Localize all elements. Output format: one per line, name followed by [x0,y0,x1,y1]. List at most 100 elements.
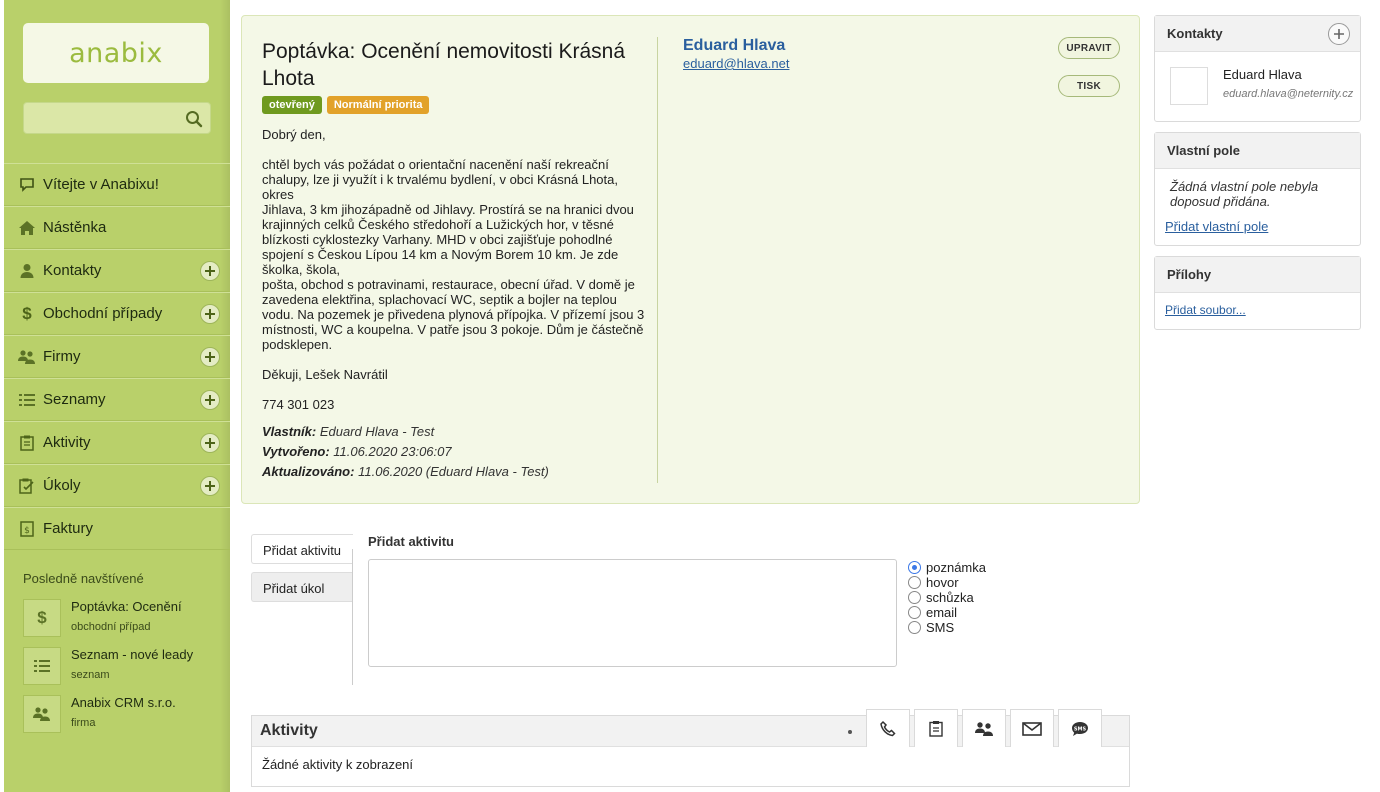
recent-item-name: Anabix CRM s.r.o. [71,695,176,710]
phone-icon[interactable] [866,709,910,747]
contact-card[interactable]: Eduard Hlava eduard.hlava@neternity.cz [1155,52,1360,122]
activities-empty-text: Žádné aktivity k zobrazení [262,757,414,772]
activities-title: Aktivity [260,722,318,739]
activity-type-call[interactable]: hovor [908,575,986,590]
description-paragraph: Dobrý den, [262,127,326,142]
add-list-button[interactable] [200,390,220,410]
nav-label: Obchodní případy [43,305,163,322]
edit-button[interactable]: UPRAVIT [1058,37,1120,59]
nav-label: Seznamy [43,391,106,408]
deal-card: Poptávka: Ocenění nemovitosti Krásná Lho… [241,15,1140,504]
created-label: Vytvořeno: [262,444,330,459]
radio-label: schůzka [926,590,974,605]
custom-fields-header: Vlastní pole [1155,133,1360,169]
group-icon [23,695,61,733]
nav-label: Nástěnka [43,219,107,236]
activity-type-meeting[interactable]: schůzka [908,590,986,605]
recent-title: Posledně navštívené [23,571,144,586]
radio-label: SMS [926,620,955,635]
radio-meeting[interactable] [908,591,921,604]
invoice-icon: $ [18,520,36,538]
activity-type-group: poznámka hovor schůzka email SMS [908,560,986,635]
search-icon[interactable] [185,110,203,128]
clipboard-icon[interactable] [914,709,958,747]
nav-item-activities[interactable]: Aktivity [4,421,230,464]
home-icon [18,219,36,237]
deal-description: Dobrý den, chtěl bych vás požádat o orie… [262,127,650,412]
recent-item-type: seznam [71,669,110,681]
add-company-button[interactable] [200,347,220,367]
owner-row: Vlastník: Eduard Hlava - Test [262,424,652,439]
nav-item-tasks[interactable]: Úkoly [4,464,230,507]
envelope-icon[interactable] [1010,709,1054,747]
nav-item-companies[interactable]: Firmy [4,335,230,378]
recent-item[interactable]: Seznam - nové leady seznam [23,647,223,687]
created-value: 11.06.2020 23:06:07 [333,444,452,459]
radio-call[interactable] [908,576,921,589]
logo[interactable]: anabix [23,23,209,83]
nav-item-invoices[interactable]: $ Faktury [4,507,230,550]
status-badge: otevřený [262,96,322,114]
nav-label: Aktivity [43,434,91,451]
deal-contact-name[interactable]: Eduard Hlava [683,37,785,55]
description-paragraph: Děkuji, Lešek Navrátil [262,367,388,382]
sidebar: anabix Vítejte v Anabixu! Nástěnka Konta… [0,0,230,792]
speech-bubble-icon [18,176,36,194]
add-activity-title: Přidat aktivitu [368,534,454,549]
contacts-panel: Kontakty Eduard Hlava eduard.hlava@neter… [1154,15,1361,122]
contacts-panel-title: Kontakty [1167,26,1223,41]
nav-label: Úkoly [43,477,81,494]
updated-label: Aktualizováno: [262,464,355,479]
search-box [23,102,211,134]
search-input[interactable] [24,103,174,133]
nav-item-welcome[interactable]: Vítejte v Anabixu! [4,163,230,206]
tab-divider [352,549,353,685]
group-icon [18,348,36,366]
meeting-icon[interactable] [962,709,1006,747]
nav-label: Kontakty [43,262,102,279]
dot-indicator [848,730,852,734]
nav-label: Firmy [43,348,81,365]
list-icon [23,647,61,685]
dollar-icon: $ [23,599,61,637]
add-deal-button[interactable] [200,304,220,324]
attachments-header: Přílohy [1155,257,1360,293]
contacts-panel-header: Kontakty [1155,16,1360,52]
nav-item-lists[interactable]: Seznamy [4,378,230,421]
activity-type-email[interactable]: email [908,605,986,620]
deal-contact-email[interactable]: eduard@hlava.net [683,56,789,71]
radio-label: hovor [926,575,959,590]
nav-label: Vítejte v Anabixu! [43,176,159,193]
radio-sms[interactable] [908,621,921,634]
add-file-link[interactable]: Přidat soubor... [1165,303,1246,317]
panel-contact-name: Eduard Hlava [1223,67,1302,82]
activity-type-note[interactable]: poznámka [908,560,986,575]
add-contact-button[interactable] [200,261,220,281]
add-custom-field-link[interactable]: Přidat vlastní pole [1165,219,1268,234]
activities-box: Aktivity SMS Žádné aktivity k zobrazení [251,709,1130,787]
add-task-button[interactable] [200,476,220,496]
recent-item-name: Seznam - nové leady [71,647,194,662]
deal-badges: otevřený Normální priorita [262,96,430,114]
sms-icon[interactable]: SMS [1058,709,1102,747]
radio-email[interactable] [908,606,921,619]
add-activity-button[interactable] [200,433,220,453]
avatar [1170,67,1208,105]
add-contact-icon[interactable] [1328,23,1350,45]
logo-text: anabix [69,37,163,69]
nav-item-contacts[interactable]: Kontakty [4,249,230,292]
activity-textarea[interactable] [368,559,897,667]
tab-add-activity[interactable]: Přidat aktivitu [251,534,353,564]
nav-item-deals[interactable]: $ Obchodní případy [4,292,230,335]
description-paragraph: 774 301 023 [262,397,335,412]
print-button[interactable]: TISK [1058,75,1120,97]
radio-note[interactable] [908,561,921,574]
recent-item[interactable]: Anabix CRM s.r.o. firma [23,695,223,735]
recent-item[interactable]: $ Poptávka: Ocenění obchodní případ [23,599,223,639]
description-paragraph: chtěl bych vás požádat o orientační nace… [262,157,645,352]
nav-item-dashboard[interactable]: Nástěnka [4,206,230,249]
tab-add-task[interactable]: Přidat úkol [251,572,353,602]
created-row: Vytvořeno: 11.06.2020 23:06:07 [262,444,652,459]
activity-type-sms[interactable]: SMS [908,620,986,635]
main-nav: Vítejte v Anabixu! Nástěnka Kontakty $ O… [4,163,230,550]
